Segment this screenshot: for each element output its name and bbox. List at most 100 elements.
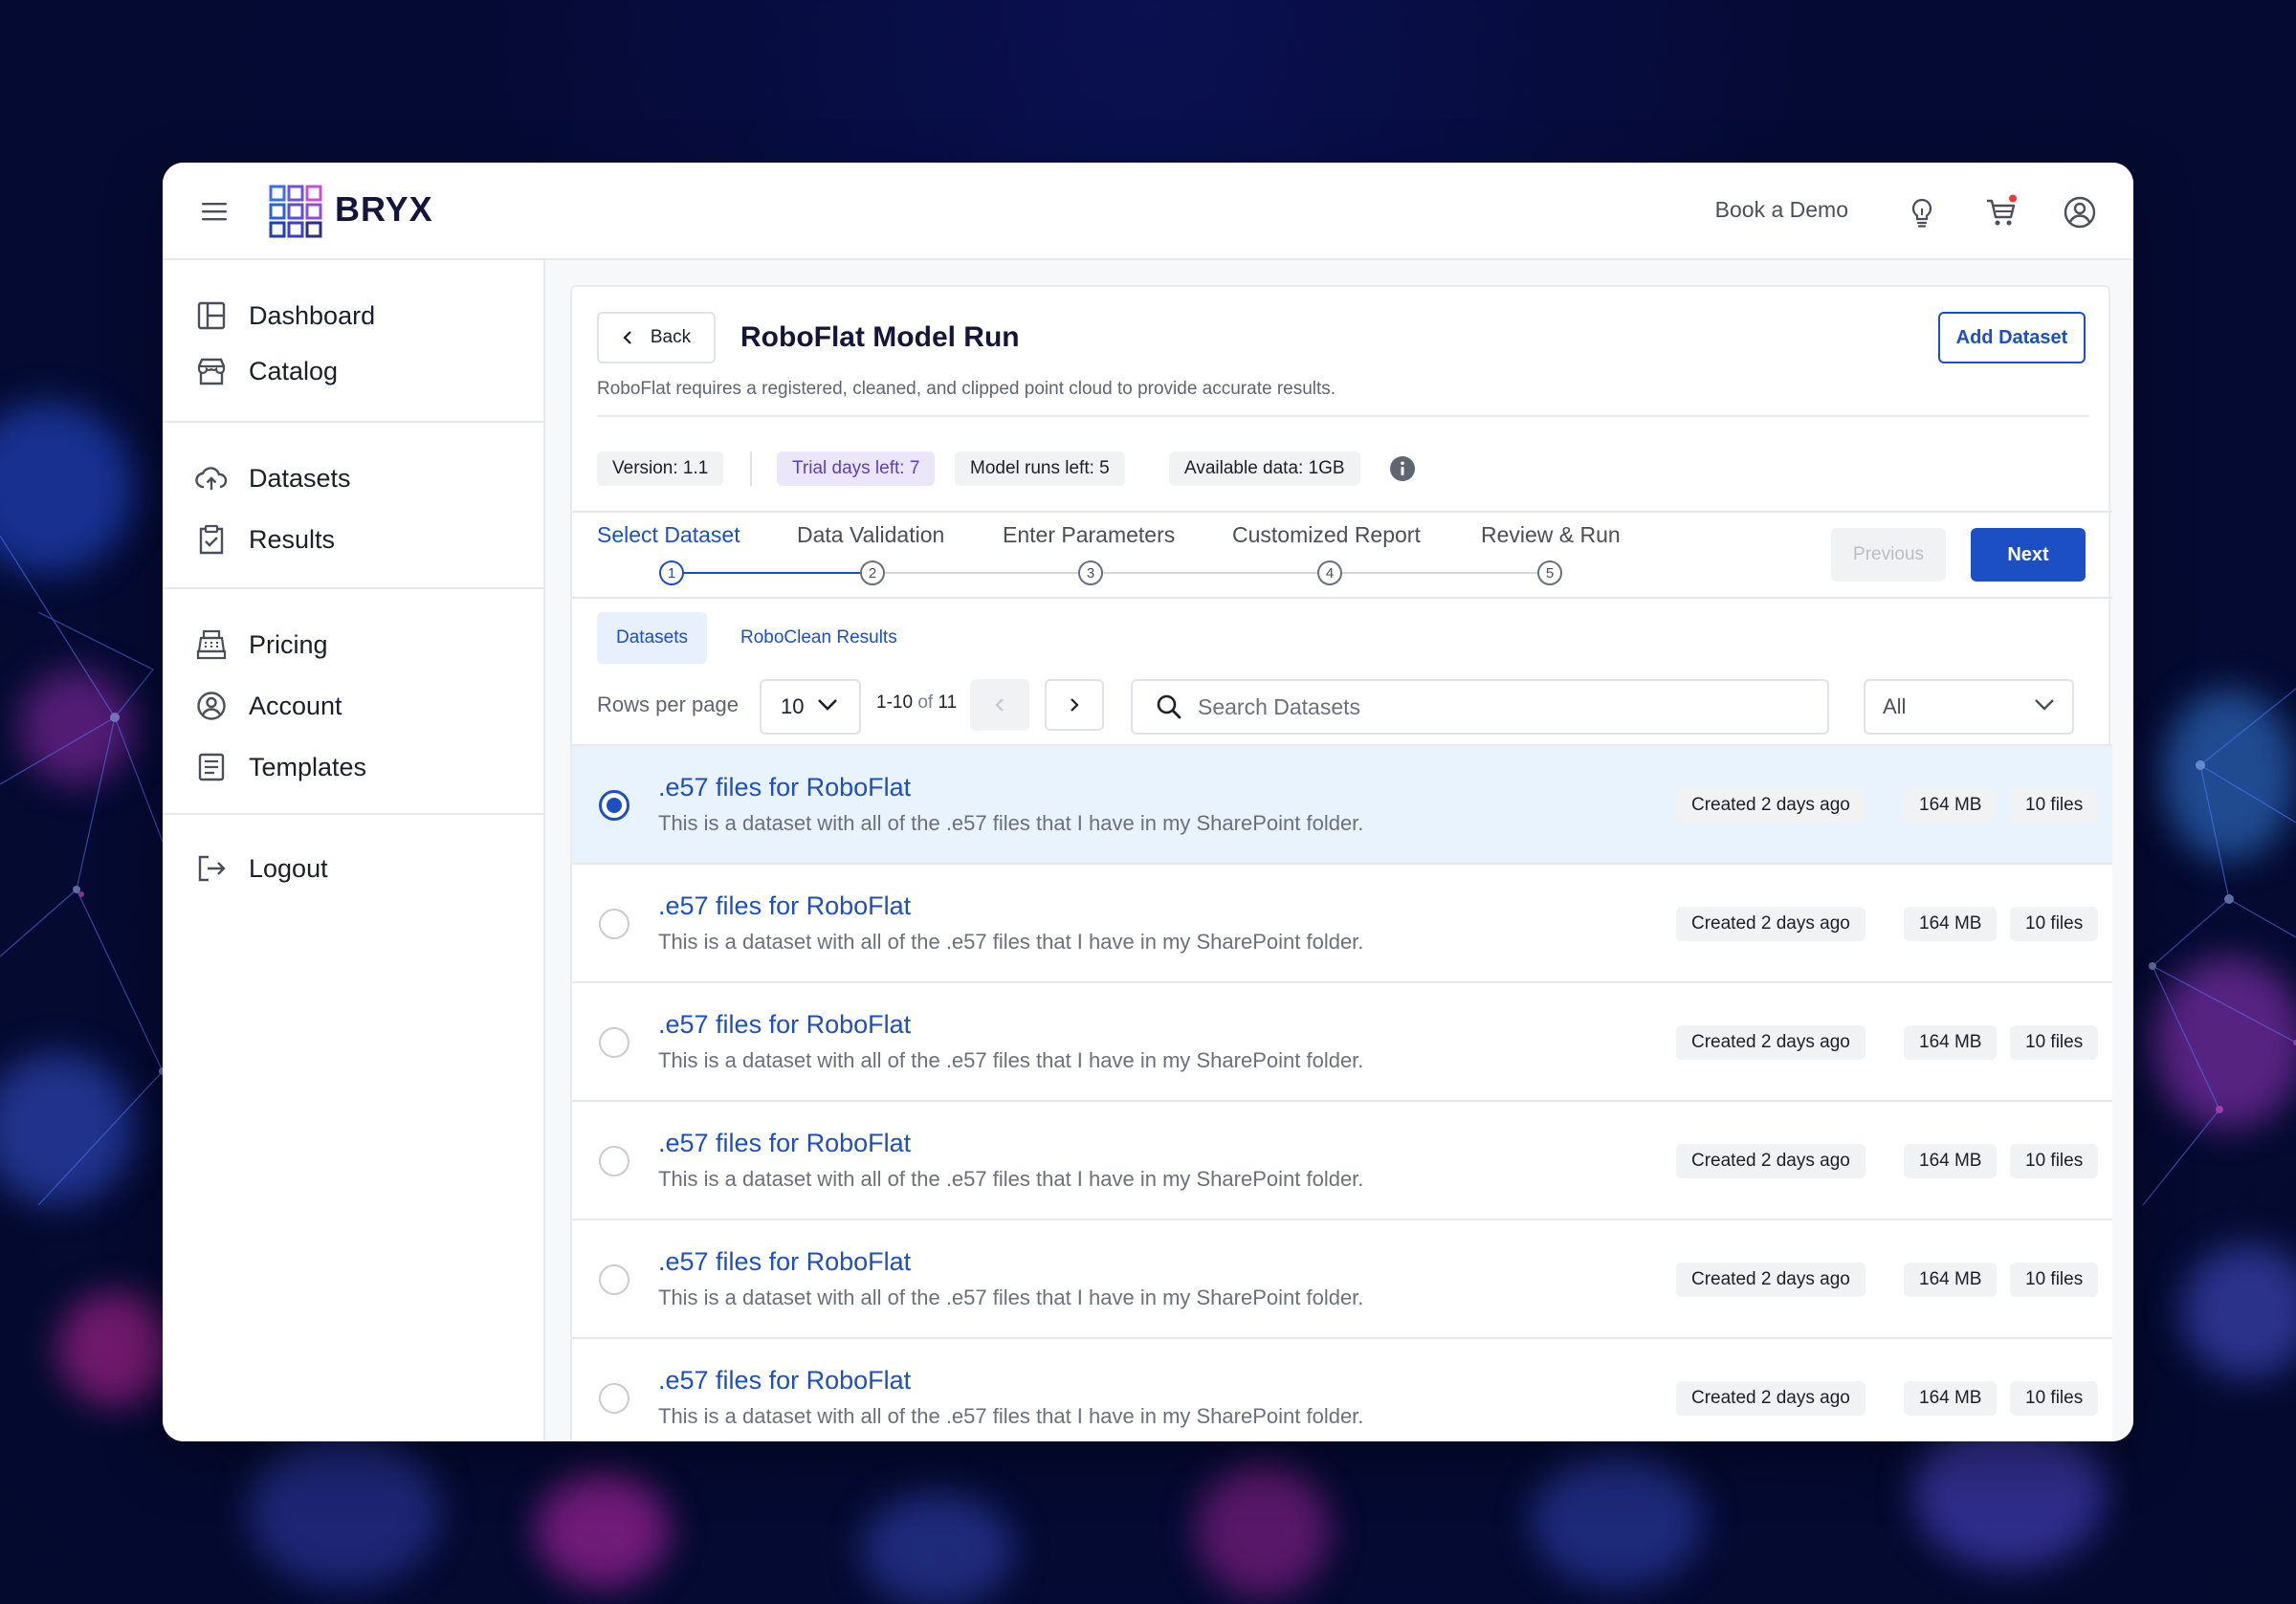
version-chip: Version: 1.1 <box>597 451 724 486</box>
created-badge: Created 2 days ago <box>1676 907 1866 941</box>
nav-group-account: Pricing Account Templates <box>163 589 545 815</box>
cart-icon[interactable] <box>1983 194 2020 231</box>
step-customized-report[interactable]: Customized Report <box>1232 522 1421 548</box>
sidebar-item-label: Pricing <box>249 629 328 659</box>
hamburger-menu-icon[interactable] <box>199 196 230 227</box>
dataset-title[interactable]: .e57 files for RoboFlat <box>658 1010 911 1040</box>
previous-button[interactable]: Previous <box>1831 528 1946 582</box>
step-number: 1 <box>659 560 684 585</box>
step-select-dataset[interactable]: Select Dataset <box>597 522 740 548</box>
file-count-badge: 10 files <box>2010 1025 2099 1060</box>
sidebar-item-label: Account <box>249 691 342 720</box>
lightbulb-icon[interactable] <box>1904 194 1940 231</box>
table-row[interactable]: .e57 files for RoboFlat This is a dataset… <box>572 744 2112 863</box>
size-badge: 164 MB <box>1904 1025 1998 1060</box>
step-number: 4 <box>1317 560 1342 585</box>
next-page-button[interactable] <box>1045 679 1104 731</box>
file-count-badge: 10 files <box>2010 788 2099 823</box>
dataset-description: This is a dataset with all of the .e57 f… <box>658 1285 1364 1309</box>
rows-per-page-value: 10 <box>781 694 805 718</box>
book-demo-link[interactable]: Book a Demo <box>1715 197 1848 223</box>
cash-register-icon <box>196 629 227 660</box>
page-subtitle: RoboFlat requires a registered, cleaned,… <box>597 379 1336 399</box>
model-runs-chip: Model runs left: 5 <box>955 451 1125 486</box>
back-label: Back <box>650 327 692 347</box>
row-radio-button[interactable] <box>599 790 629 821</box>
sidebar-item-label: Results <box>249 524 336 554</box>
page-title: RoboFlat Model Run <box>740 321 1020 353</box>
sidebar-item-label: Datasets <box>249 463 351 493</box>
created-badge: Created 2 days ago <box>1676 788 1866 823</box>
rows-per-page-select[interactable]: 10 <box>760 679 861 735</box>
sidebar-item-datasets[interactable]: Datasets <box>195 457 351 499</box>
table-row[interactable]: .e57 files for RoboFlat This is a dataset… <box>572 863 2112 981</box>
storefront-icon <box>197 358 226 385</box>
sidebar-item-results[interactable]: Results <box>195 518 335 560</box>
info-icon[interactable] <box>1389 455 1416 482</box>
size-badge: 164 MB <box>1904 1263 1998 1297</box>
sidebar-item-templates[interactable]: Templates <box>195 746 366 788</box>
row-radio-button[interactable] <box>599 1027 629 1058</box>
step-enter-parameters[interactable]: Enter Parameters <box>1003 522 1175 548</box>
previous-page-button[interactable] <box>970 679 1029 731</box>
dataset-title[interactable]: .e57 files for RoboFlat <box>658 1366 911 1395</box>
step-data-validation[interactable]: Data Validation <box>797 522 944 548</box>
dataset-title[interactable]: .e57 files for RoboFlat <box>658 1247 911 1277</box>
row-radio-button[interactable] <box>599 1383 629 1414</box>
table-row[interactable]: .e57 files for RoboFlat This is a dataset… <box>572 981 2112 1100</box>
add-dataset-button[interactable]: Add Dataset <box>1938 312 2086 363</box>
search-placeholder: Search Datasets <box>1198 693 1361 719</box>
sidebar-item-account[interactable]: Account <box>195 685 342 727</box>
model-run-panel: Back RoboFlat Model Run RoboFlat require… <box>570 285 2112 1441</box>
dataset-description: This is a dataset with all of the .e57 f… <box>658 930 1364 954</box>
stepper-line <box>1091 572 1330 574</box>
row-radio-button[interactable] <box>599 1146 629 1176</box>
sidebar-item-pricing[interactable]: Pricing <box>195 624 328 666</box>
tab-datasets[interactable]: Datasets <box>597 612 707 664</box>
chevron-left-icon <box>995 698 1004 712</box>
divider <box>572 511 2112 513</box>
rows-per-page-label: Rows per page <box>597 692 739 716</box>
filter-select[interactable]: All <box>1864 679 2074 735</box>
range-of: of <box>917 692 934 713</box>
dataset-title[interactable]: .e57 files for RoboFlat <box>658 773 911 802</box>
bryx-logo-icon <box>269 185 322 238</box>
sidebar: Dashboard Catalog Datasets Results Prici… <box>163 260 545 1441</box>
nav-group-data: Datasets Results <box>163 423 545 589</box>
row-radio-button[interactable] <box>599 909 629 939</box>
created-badge: Created 2 days ago <box>1676 1263 1866 1297</box>
size-badge: 164 MB <box>1904 907 1998 941</box>
filter-value: All <box>1883 694 1907 718</box>
dataset-title[interactable]: .e57 files for RoboFlat <box>658 891 911 921</box>
tab-roboclean-results[interactable]: RoboClean Results <box>721 612 916 664</box>
sidebar-item-catalog[interactable]: Catalog <box>195 350 338 392</box>
next-button[interactable]: Next <box>1971 528 2086 582</box>
table-row[interactable]: .e57 files for RoboFlat This is a dataset… <box>572 1100 2112 1219</box>
chevron-down-icon <box>2035 699 2054 711</box>
table-row[interactable]: .e57 files for RoboFlat This is a dataset… <box>572 1337 2112 1441</box>
back-button[interactable]: Back <box>597 312 716 363</box>
stepper-line <box>672 572 872 574</box>
dataset-description: This is a dataset with all of the .e57 f… <box>658 1167 1364 1191</box>
divider <box>750 451 752 486</box>
created-badge: Created 2 days ago <box>1676 1381 1866 1416</box>
step-number: 3 <box>1078 560 1103 585</box>
user-profile-icon[interactable] <box>2062 194 2098 231</box>
row-radio-button[interactable] <box>599 1264 629 1295</box>
stepper-line <box>872 572 1091 574</box>
size-badge: 164 MB <box>1904 1381 1998 1416</box>
sidebar-item-dashboard[interactable]: Dashboard <box>195 295 375 337</box>
dataset-title[interactable]: .e57 files for RoboFlat <box>658 1129 911 1158</box>
dataset-description: This is a dataset with all of the .e57 f… <box>658 1404 1364 1428</box>
search-datasets-input[interactable]: Search Datasets <box>1131 679 1829 735</box>
dataset-list: .e57 files for RoboFlat This is a dataset… <box>572 744 2112 1441</box>
size-badge: 164 MB <box>1904 1144 1998 1178</box>
step-review-run[interactable]: Review & Run <box>1481 522 1621 548</box>
main-content: Back RoboFlat Model Run RoboFlat require… <box>545 260 2133 1441</box>
sidebar-item-logout[interactable]: Logout <box>195 847 328 890</box>
sidebar-item-label: Templates <box>249 752 367 781</box>
user-circle-icon <box>197 692 226 720</box>
table-row[interactable]: .e57 files for RoboFlat This is a dataset… <box>572 1219 2112 1337</box>
file-count-badge: 10 files <box>2010 1263 2099 1297</box>
step-number: 5 <box>1537 560 1562 585</box>
